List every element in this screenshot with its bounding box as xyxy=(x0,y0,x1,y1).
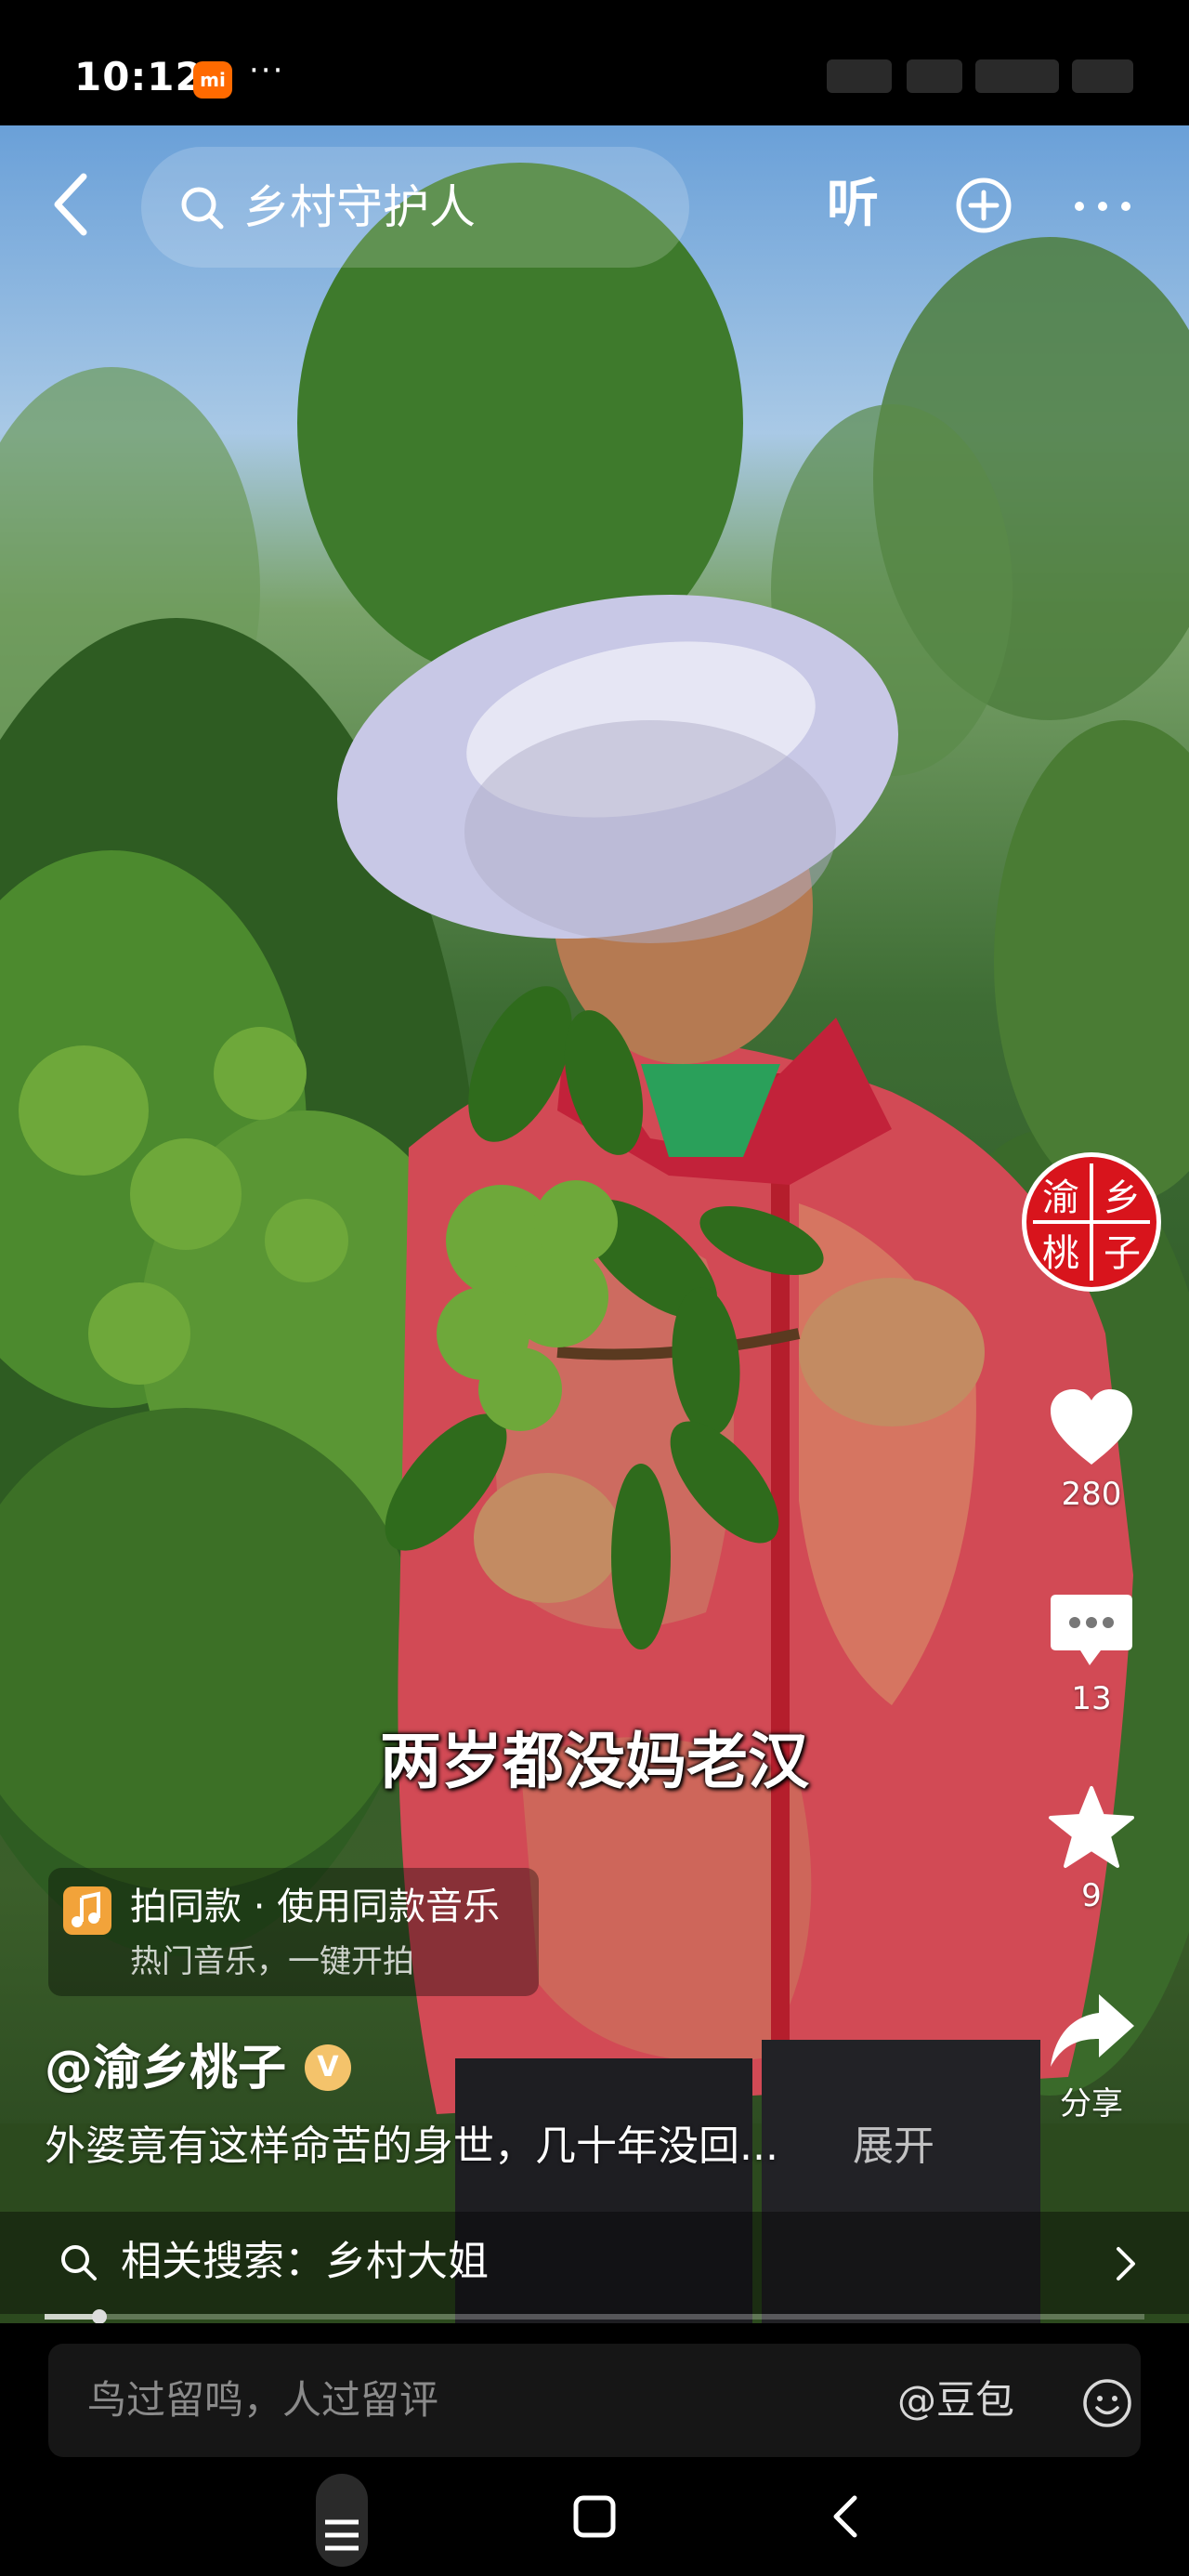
heart-icon xyxy=(1051,1389,1132,1465)
related-search-text: 相关搜索：乡村大姐 xyxy=(121,2238,489,2285)
nav-home-button[interactable] xyxy=(568,2491,621,2546)
plus-circle-icon xyxy=(956,177,1012,233)
svg-text:子: 子 xyxy=(1104,1232,1141,1275)
system-nav-bar xyxy=(0,2463,1189,2576)
share-label: 分享 xyxy=(1060,2085,1123,2123)
more-options-button[interactable] xyxy=(1070,186,1135,223)
search-icon xyxy=(58,2241,100,2284)
favorite-button[interactable]: 9 xyxy=(1031,1784,1152,1914)
music-title: 拍同款 · 使用同款音乐 xyxy=(130,1886,501,1928)
nav-back-button[interactable] xyxy=(821,2491,873,2546)
author-avatar[interactable]: 渝 乡 桃 子 xyxy=(1022,1152,1161,1292)
verified-badge-icon: V xyxy=(305,2044,351,2091)
search-icon xyxy=(178,184,227,232)
status-icons xyxy=(827,59,1133,93)
music-subtitle: 热门音乐，一键开拍 xyxy=(130,1943,414,1980)
back-arrow-icon xyxy=(54,173,87,236)
mention-doubao-button[interactable]: @豆包 xyxy=(897,2372,1014,2429)
related-search-bar[interactable]: 相关搜索：乡村大姐 xyxy=(0,2212,1189,2314)
back-button[interactable] xyxy=(45,167,100,242)
share-arrow-icon xyxy=(1051,1994,1134,2067)
chevron-right-icon xyxy=(1111,2243,1139,2284)
add-button[interactable] xyxy=(955,177,1013,234)
comment-placeholder: 鸟过留鸣，人过留评 xyxy=(87,2377,439,2423)
mi-app-icon: mi xyxy=(193,61,232,99)
comment-button[interactable]: 13 xyxy=(1031,1591,1152,1717)
chevron-left-icon xyxy=(833,2495,857,2538)
status-bar: 10:12 mi ··· xyxy=(0,0,1189,125)
menu-lines-icon xyxy=(325,2519,359,2551)
expand-button[interactable]: 展开 xyxy=(853,2115,934,2178)
avatar-logo: 渝 乡 桃 子 xyxy=(1026,1157,1156,1287)
playback-progress[interactable] xyxy=(45,2309,1144,2324)
use-music-button[interactable]: 拍同款 · 使用同款音乐 热门音乐，一键开拍 xyxy=(48,1868,539,1996)
like-button[interactable]: 280 xyxy=(1031,1387,1152,1513)
square-icon xyxy=(573,2495,616,2538)
comment-bubble-icon xyxy=(1051,1595,1132,1665)
music-note-icon xyxy=(63,1886,111,1935)
svg-text:渝: 渝 xyxy=(1042,1176,1079,1219)
more-dots-icon xyxy=(1075,202,1130,211)
smiley-icon xyxy=(1083,2379,1131,2427)
emoji-button[interactable] xyxy=(1081,2377,1133,2429)
notification-more-icon: ··· xyxy=(249,52,285,89)
search-query: 乡村守护人 xyxy=(243,180,476,234)
listen-button[interactable]: 听 xyxy=(827,167,879,242)
svg-text:乡: 乡 xyxy=(1104,1176,1141,1219)
favorite-count: 9 xyxy=(1081,1877,1102,1914)
video-subtitle: 两岁都没妈老汉 xyxy=(380,1726,809,1797)
nav-menu-button[interactable] xyxy=(316,2474,368,2567)
search-bar[interactable]: 乡村守护人 xyxy=(141,147,689,268)
author-name[interactable]: @渝乡桃子 xyxy=(45,2030,286,2108)
comment-area: 鸟过留鸣，人过留评 @豆包 xyxy=(0,2323,1189,2463)
svg-text:桃: 桃 xyxy=(1042,1232,1079,1275)
like-count: 280 xyxy=(1061,1476,1122,1513)
comment-input[interactable]: 鸟过留鸣，人过留评 @豆包 xyxy=(48,2344,1141,2457)
share-button[interactable]: 分享 xyxy=(1031,1989,1152,2123)
video-description: 外婆竟有这样命苦的身世，几十年没回... xyxy=(45,2123,778,2170)
status-time: 10:12 xyxy=(74,54,203,99)
